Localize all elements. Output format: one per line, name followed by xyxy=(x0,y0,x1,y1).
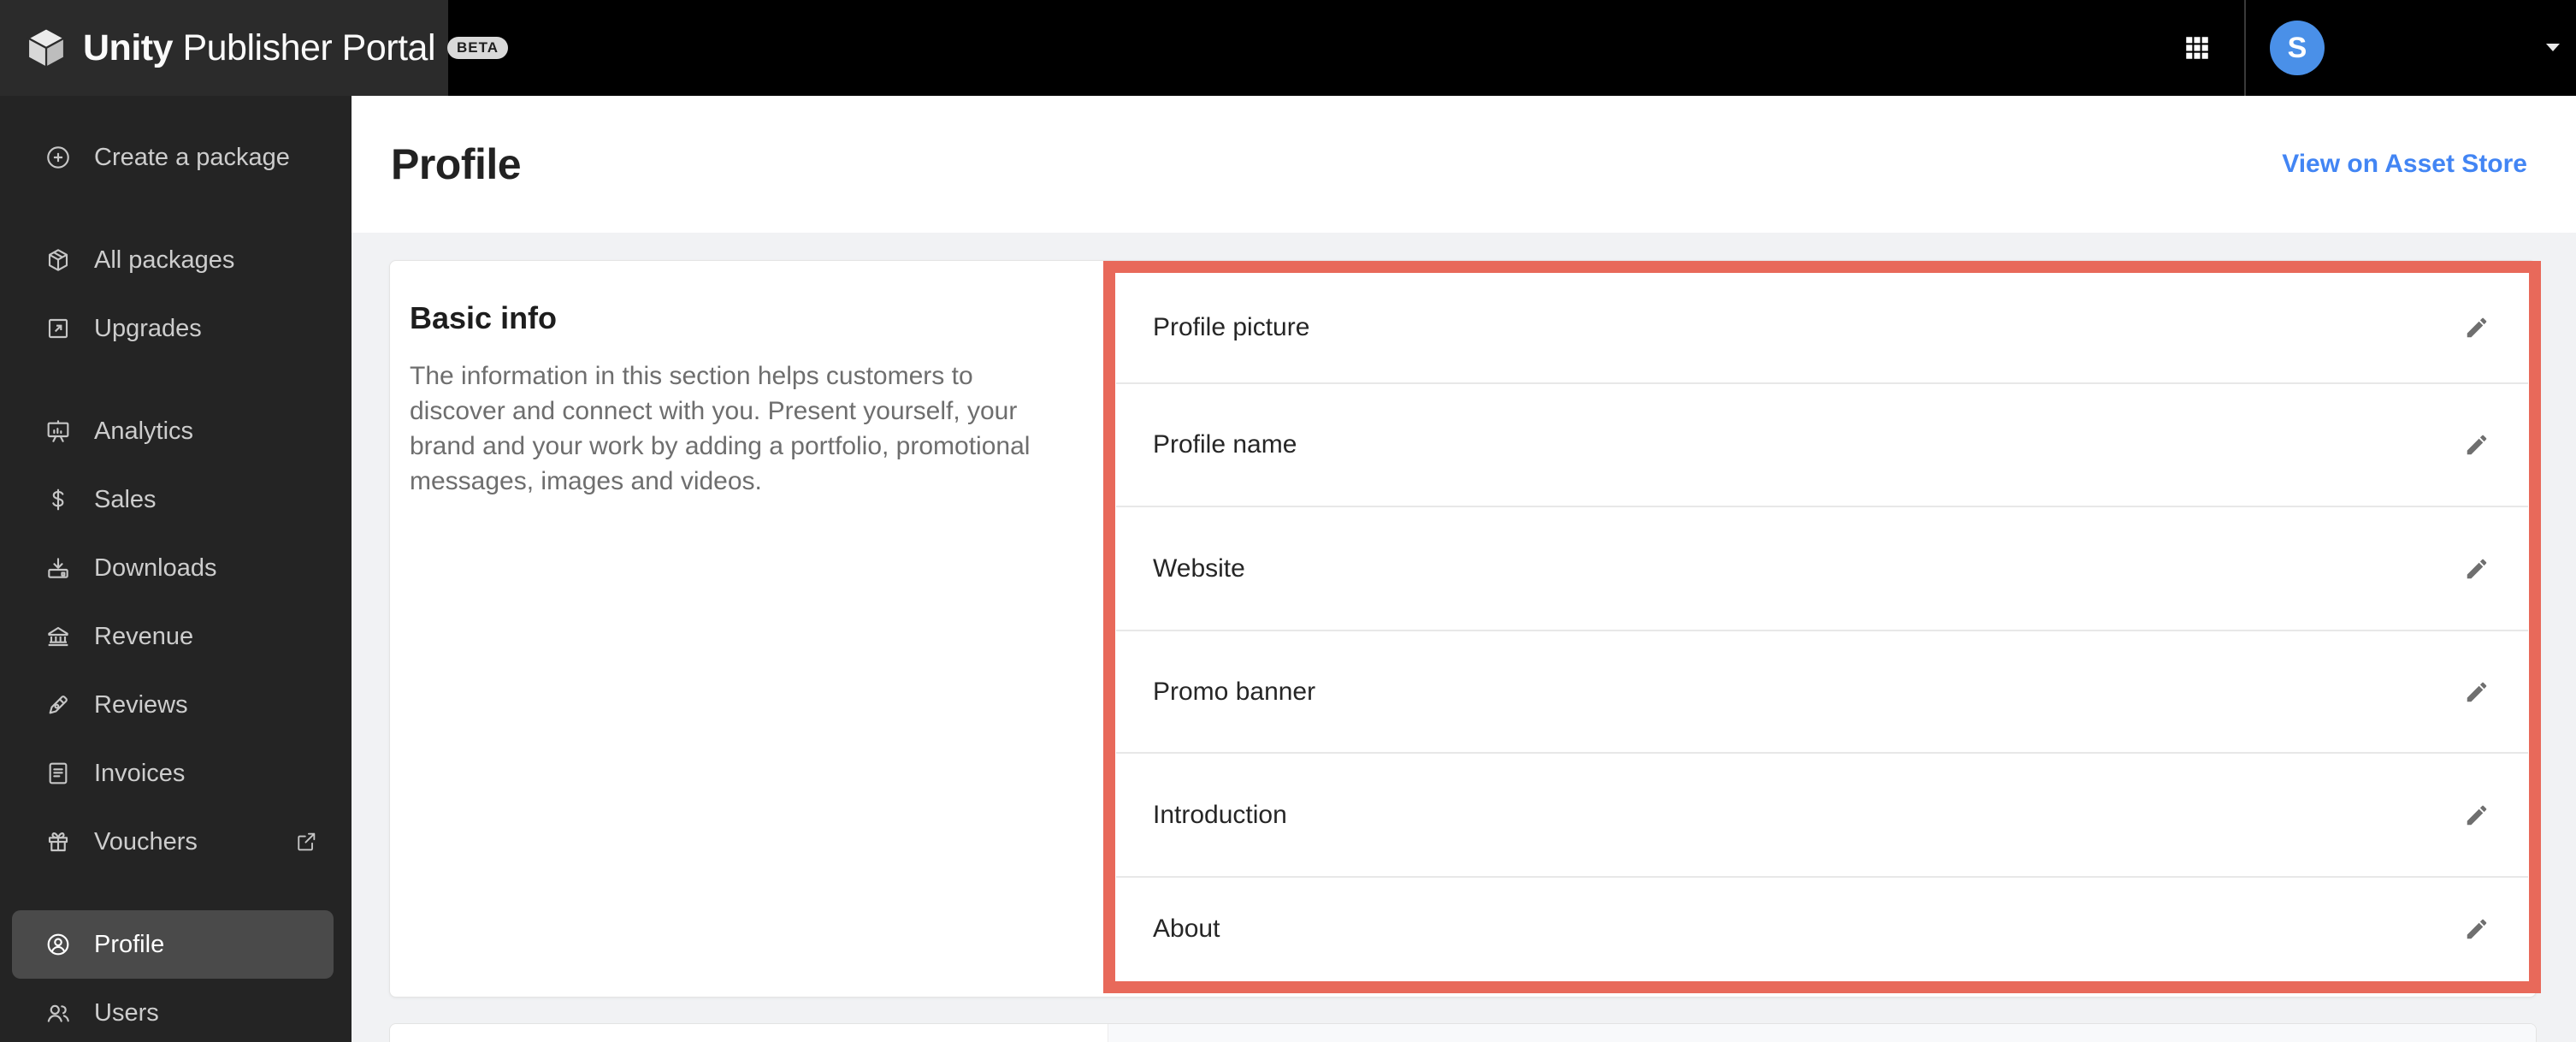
edit-introduction-button[interactable] xyxy=(2456,795,2497,836)
sidebar-item-sales[interactable]: Sales xyxy=(12,465,334,534)
topbar-right-cluster: S xyxy=(2164,0,2576,96)
brand-home-link[interactable]: Unity Publisher Portal BETA xyxy=(0,0,509,96)
profile-field-row-website: Website xyxy=(1116,507,2528,631)
caret-down-icon xyxy=(2544,43,2561,53)
sidebar-item-create-a-package[interactable]: Create a package xyxy=(12,123,334,192)
plus-circle-icon xyxy=(44,144,72,171)
edit-profile-name-button[interactable] xyxy=(2456,424,2497,465)
pencil-icon xyxy=(2464,556,2490,582)
grid-icon xyxy=(2183,33,2212,62)
download-tray-icon xyxy=(44,554,72,582)
users-icon xyxy=(44,999,72,1027)
upgrade-arrow-icon xyxy=(44,315,72,342)
sidebar-item-all-packages[interactable]: All packages xyxy=(12,226,334,294)
profile-field-row-profile-name: Profile name xyxy=(1116,384,2528,507)
basic-info-intro: Basic info The information in this secti… xyxy=(390,261,1104,499)
pencil-icon xyxy=(2464,679,2490,705)
sidebar-item-vouchers[interactable]: Vouchers xyxy=(12,808,334,876)
sidebar-item-revenue[interactable]: Revenue xyxy=(12,602,334,671)
pencil-icon xyxy=(2464,802,2490,828)
field-label: Profile name xyxy=(1153,430,1297,459)
page-title: Profile xyxy=(391,140,522,188)
sidebar-item-users[interactable]: Users xyxy=(12,979,334,1042)
basic-info-card: Basic info The information in this secti… xyxy=(389,260,2537,998)
brand-title: Unity Publisher Portal xyxy=(83,27,435,68)
sidebar-item-label: Sales xyxy=(94,485,157,513)
sidebar-item-profile[interactable]: Profile xyxy=(12,910,334,979)
topbar: Unity Publisher Portal BETA S xyxy=(0,0,2576,96)
sidebar-item-downloads[interactable]: Downloads xyxy=(12,534,334,602)
sidebar-item-label: Upgrades xyxy=(94,314,202,342)
sidebar-item-upgrades[interactable]: Upgrades xyxy=(12,294,334,363)
edit-about-button[interactable] xyxy=(2456,909,2497,950)
edit-promo-banner-button[interactable] xyxy=(2456,672,2497,713)
unity-logo-icon xyxy=(22,24,70,72)
field-label: Profile picture xyxy=(1153,313,1310,341)
sidebar-item-label: Reviews xyxy=(94,690,188,719)
sidebar: Create a package All packages Upgrades A… xyxy=(0,96,352,1042)
bank-icon xyxy=(44,623,72,650)
topbar-divider xyxy=(2244,0,2246,96)
next-section-card-right-panel xyxy=(1108,1024,2536,1042)
basic-info-description: The information in this section helps cu… xyxy=(410,362,1031,495)
page-header: Profile View on Asset Store xyxy=(352,96,2576,233)
sidebar-item-label: Invoices xyxy=(94,759,186,787)
next-section-card xyxy=(389,1023,2537,1042)
edit-profile-picture-button[interactable] xyxy=(2456,307,2497,348)
user-menu-button[interactable] xyxy=(2540,31,2566,65)
profile-field-row-introduction: Introduction xyxy=(1116,754,2528,878)
view-on-asset-store-link[interactable]: View on Asset Store xyxy=(2282,150,2527,179)
sidebar-item-label: Create a package xyxy=(94,143,290,171)
external-link-icon xyxy=(294,830,318,854)
beta-badge: BETA xyxy=(447,36,509,60)
pencil-icon xyxy=(2464,315,2490,340)
pen-nib-icon xyxy=(44,691,72,719)
field-label: Introduction xyxy=(1153,800,1287,829)
sidebar-item-label: Downloads xyxy=(94,554,217,582)
profile-field-row-profile-picture: Profile picture xyxy=(1116,273,2528,384)
profile-field-row-about: About xyxy=(1116,878,2528,980)
person-circle-icon xyxy=(44,931,72,958)
apps-grid-button[interactable] xyxy=(2164,0,2230,96)
package-box-icon xyxy=(44,246,72,274)
gift-icon xyxy=(44,828,72,856)
basic-info-title: Basic info xyxy=(410,300,558,335)
field-label: About xyxy=(1153,915,1220,943)
sidebar-item-label: Profile xyxy=(94,930,165,958)
pencil-icon xyxy=(2464,432,2490,458)
avatar-initial: S xyxy=(2287,31,2307,64)
invoice-document-icon xyxy=(44,760,72,787)
sidebar-item-label: Vouchers xyxy=(94,827,198,856)
sidebar-item-label: Users xyxy=(94,998,159,1027)
sidebar-item-label: All packages xyxy=(94,246,235,274)
profile-fields-list: Profile picture Profile name Website Pro… xyxy=(1116,273,2528,980)
edit-website-button[interactable] xyxy=(2456,548,2497,589)
sidebar-item-label: Revenue xyxy=(94,622,194,650)
field-label: Website xyxy=(1153,554,1245,583)
pencil-icon xyxy=(2464,916,2490,942)
sidebar-item-invoices[interactable]: Invoices xyxy=(12,739,334,808)
sidebar-item-reviews[interactable]: Reviews xyxy=(12,671,334,739)
avatar[interactable]: S xyxy=(2270,21,2325,75)
sidebar-item-analytics[interactable]: Analytics xyxy=(12,397,334,465)
main-content: Profile View on Asset Store Basic info T… xyxy=(352,96,2576,1042)
field-label: Promo banner xyxy=(1153,677,1316,706)
analytics-board-icon xyxy=(44,417,72,445)
dollar-icon xyxy=(44,486,72,513)
profile-field-row-promo-banner: Promo banner xyxy=(1116,631,2528,754)
sidebar-item-label: Analytics xyxy=(94,417,194,445)
